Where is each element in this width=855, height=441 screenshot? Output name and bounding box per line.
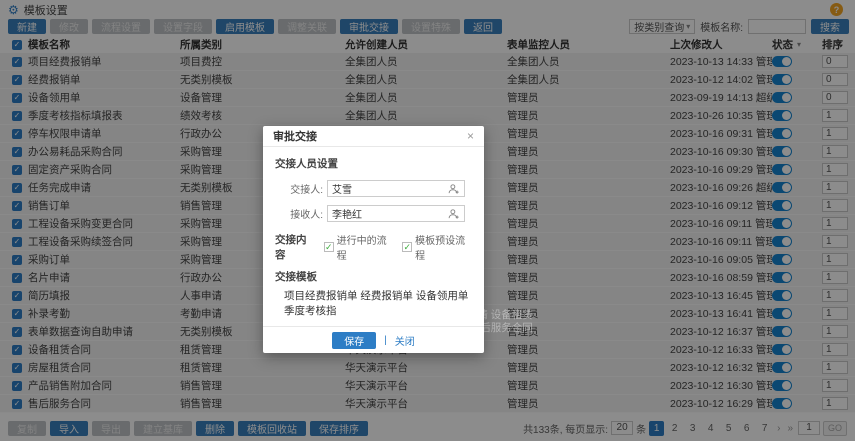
handover-content-row: 交接内容 ✓ 进行中的流程 ✓ 模板预设流程 [275, 232, 472, 262]
handover-from-label: 交接人: [290, 185, 323, 196]
checkbox-running-processes[interactable]: ✓ 进行中的流程 [323, 232, 394, 262]
content-label: 交接内容 [275, 234, 307, 261]
close-icon[interactable]: × [467, 130, 474, 142]
dialog-body: 交接人员设置 交接人: 艾雪 接收人: 李艳红 交接内容 ✓ 进行中的流程 ✓ … [263, 147, 484, 318]
add-person-icon[interactable] [448, 183, 460, 195]
checkbox-preset-processes[interactable]: ✓ 模板预设流程 [402, 232, 472, 262]
handover-from-value: 艾雪 [332, 185, 352, 196]
handover-templates-text: 项目经费报销单 经费报销单 设备领用单 季度考核指 标填报表 停车权限申请单 办… [284, 289, 470, 318]
checkbox-label: 模板预设流程 [415, 236, 466, 262]
template-settings-page: ⚙ 模板设置 ? 新建 修改 流程设置 设置字段 启用模板 调整关联 审批交接 设置特殊 返回 … [0, 0, 855, 441]
handover-to-label: 接收人: [290, 210, 323, 221]
approval-handover-dialog: 审批交接 × 交接人员设置 交接人: 艾雪 接收人: 李艳红 交接内容 ✓ 进行… [263, 126, 484, 353]
checkbox-label: 进行中的流程 [336, 236, 387, 262]
handover-to-value: 李艳红 [332, 210, 362, 221]
button-divider: | [384, 334, 387, 346]
handover-from-row: 交接人: 艾雪 [279, 180, 472, 197]
checkbox-checked-icon: ✓ [323, 242, 334, 252]
dialog-footer: 保存 | 关闭 [263, 326, 484, 353]
close-button[interactable]: 关闭 [395, 333, 415, 348]
handover-to-input[interactable]: 李艳红 [327, 205, 465, 222]
save-button[interactable]: 保存 [332, 331, 377, 349]
person-section-label: 交接人员设置 [275, 158, 338, 170]
dialog-header: 审批交接 × [263, 126, 484, 147]
checkbox-checked-icon: ✓ [402, 242, 413, 252]
templates-section-label: 交接模板 [275, 271, 317, 283]
dialog-title: 审批交接 [273, 131, 317, 143]
templates-line: 项目经费报销单 经费报销单 设备领用单 季度考核指 [284, 290, 469, 317]
handover-to-row: 接收人: 李艳红 [279, 205, 472, 222]
handover-from-input[interactable]: 艾雪 [327, 180, 465, 197]
add-person-icon[interactable] [448, 208, 460, 220]
